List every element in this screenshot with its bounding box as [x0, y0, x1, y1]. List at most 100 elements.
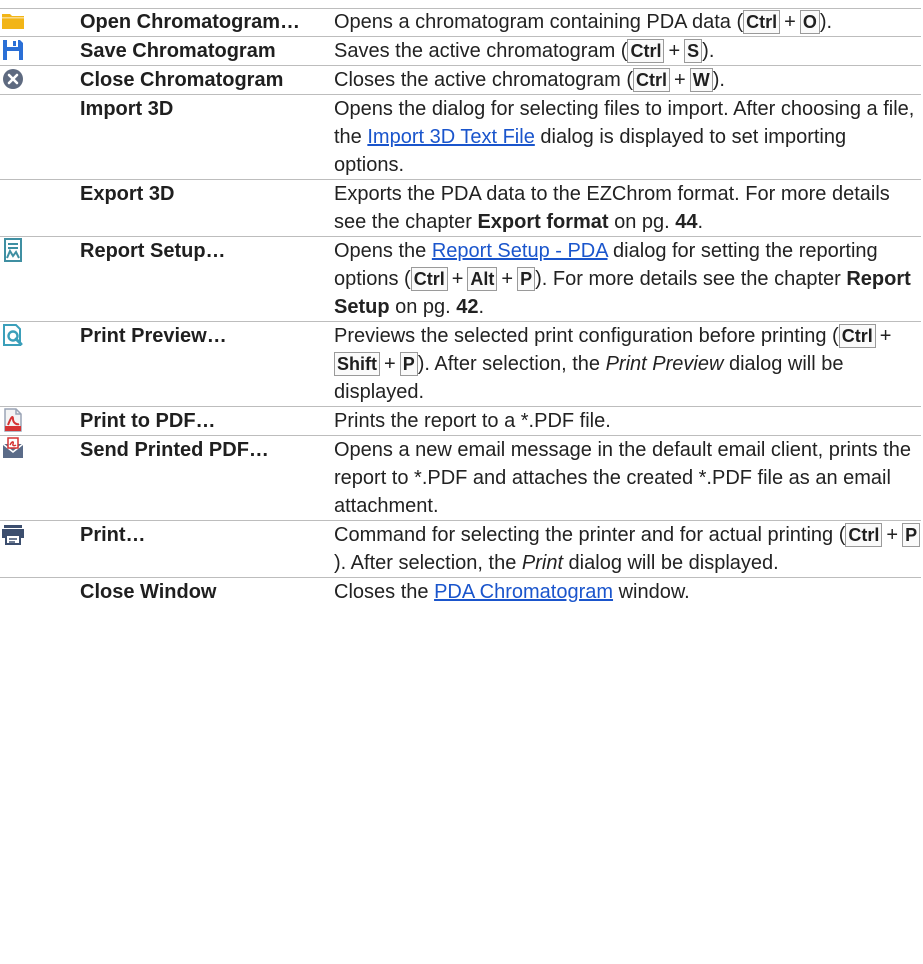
- shortcut-key: W: [689, 68, 713, 92]
- description-text: ).: [702, 40, 715, 62]
- icon-cell: [0, 94, 80, 180]
- dialog-name: Print: [521, 552, 563, 574]
- description-text: Opens a chromatogram containing PDA data…: [334, 11, 744, 33]
- shortcut-key: P: [399, 352, 418, 376]
- cross-reference-link[interactable]: Import 3D Text File: [367, 126, 534, 148]
- command-row-print-preview: Print Preview… Previews the selected prin…: [0, 321, 921, 407]
- command-row-save-chromatogram: Save Chromatogram Saves the active chroma…: [0, 36, 921, 66]
- command-name: Print to PDF…: [80, 406, 334, 436]
- description-text: Prints the report to a *.PDF file.: [334, 410, 611, 432]
- shortcut-key: P: [517, 267, 536, 291]
- shortcut-key: Shift: [334, 352, 380, 376]
- dialog-name: Print Preview: [605, 353, 724, 375]
- description-text: ).: [712, 69, 725, 91]
- description-text: ). After selection, the: [334, 552, 522, 574]
- description-text: Previews the selected print configuratio…: [334, 325, 839, 347]
- command-name: Open Chromatogram…: [80, 8, 334, 37]
- command-description: Prints the report to a *.PDF file.: [334, 406, 921, 436]
- icon-cell: [0, 435, 80, 521]
- command-name: Close Chromatogram: [80, 65, 334, 95]
- command-table: Open Chromatogram… Opens a chromatogram c…: [0, 8, 921, 606]
- shortcut-key: O: [799, 10, 820, 34]
- bold-reference: Export format: [477, 211, 609, 233]
- command-row-print-to-pdf: Print to PDF… Prints the report to a *.PD…: [0, 406, 921, 436]
- command-reference-page: Open Chromatogram… Opens a chromatogram c…: [0, 0, 923, 964]
- cross-reference-link[interactable]: PDA Chromatogram: [434, 581, 613, 603]
- description-text: dialog will be displayed.: [563, 552, 779, 574]
- shortcut-key: Ctrl: [410, 267, 448, 291]
- description-text: +: [879, 325, 892, 347]
- command-description: Opens the dialog for selecting files to …: [334, 94, 921, 180]
- description-text: +: [668, 40, 681, 62]
- command-description: Opens a chromatogram containing PDA data…: [334, 8, 921, 37]
- report-setup-icon: [0, 237, 80, 263]
- cross-reference-link[interactable]: Report Setup - PDA: [432, 240, 608, 262]
- icon-cell: [0, 520, 80, 578]
- bold-reference: 44: [675, 211, 698, 233]
- command-name: Save Chromatogram: [80, 36, 334, 66]
- command-row-import-3d: Import 3D Opens the dialog for selecting …: [0, 94, 921, 180]
- description-text: on pg.: [608, 211, 676, 233]
- icon-cell: [0, 236, 80, 322]
- folder-icon: [0, 8, 80, 34]
- description-text: +: [674, 69, 686, 91]
- icon-cell: [0, 179, 80, 237]
- command-row-send-printed-pdf: Send Printed PDF… Opens a new email messa…: [0, 435, 921, 521]
- command-name: Report Setup…: [80, 236, 334, 322]
- command-description: Opens a new email message in the default…: [334, 435, 921, 521]
- shortcut-key: S: [684, 39, 703, 63]
- command-row-print: Print… Command for selecting the printer …: [0, 520, 921, 578]
- command-description: Exports the PDA data to the EZChrom form…: [334, 179, 921, 237]
- bold-reference: 42: [456, 296, 479, 318]
- command-name: Send Printed PDF…: [80, 435, 334, 521]
- icon-cell: [0, 8, 80, 37]
- close-circle-icon: [0, 66, 80, 92]
- description-text: Command for selecting the printer and fo…: [334, 524, 846, 546]
- command-name: Import 3D: [80, 94, 334, 180]
- icon-cell: [0, 578, 80, 607]
- icon-cell: [0, 406, 80, 436]
- description-text: ). After selection, the: [417, 353, 606, 375]
- shortcut-key: Ctrl: [633, 68, 671, 92]
- description-text: +: [451, 268, 464, 290]
- command-description: Command for selecting the printer and fo…: [334, 520, 921, 578]
- command-description: Saves the active chromatogram (Ctrl + S).: [334, 36, 921, 66]
- command-description: Previews the selected print configuratio…: [334, 321, 921, 407]
- description-text: Closes the: [334, 581, 435, 603]
- description-text: ). For more details see the chapter: [535, 268, 847, 290]
- command-row-open-chromatogram: Open Chromatogram… Opens a chromatogram c…: [0, 8, 921, 37]
- send-pdf-icon: [0, 436, 80, 462]
- description-text: Saves the active chromatogram (: [334, 40, 628, 62]
- icon-cell: [0, 65, 80, 95]
- command-description: Opens the Report Setup - PDA dialog for …: [334, 236, 921, 322]
- description-text: Opens a new email message in the default…: [334, 439, 911, 517]
- icon-cell: [0, 321, 80, 407]
- print-preview-icon: [0, 322, 80, 348]
- shortcut-key: P: [902, 523, 921, 547]
- command-name: Close Window: [80, 581, 217, 603]
- command-row-close-window: Close Window Closes the PDA Chromatogram …: [0, 578, 921, 607]
- command-row-close-chromatogram: Close Chromatogram Closes the active chro…: [0, 65, 921, 95]
- description-text: +: [501, 268, 514, 290]
- description-text: ).: [819, 11, 833, 33]
- description-text: +: [384, 353, 396, 375]
- command-name: Print…: [80, 520, 334, 578]
- description-text: +: [784, 11, 796, 33]
- shortcut-key: Ctrl: [627, 39, 665, 63]
- command-description: Closes the active chromatogram (Ctrl + W).: [334, 65, 921, 95]
- description-text: Closes the active chromatogram (: [334, 69, 634, 91]
- shortcut-key: Ctrl: [838, 324, 876, 348]
- shortcut-key: Alt: [467, 267, 498, 291]
- printer-icon: [0, 521, 80, 547]
- icon-cell: [0, 36, 80, 66]
- pdf-icon: [0, 407, 80, 433]
- description-text: on pg.: [389, 296, 457, 318]
- shortcut-key: Ctrl: [845, 523, 883, 547]
- save-icon: [0, 37, 80, 63]
- command-name: Print Preview…: [80, 321, 334, 407]
- description-text: window.: [613, 581, 690, 603]
- description-text: .: [697, 211, 704, 233]
- shortcut-key: Ctrl: [743, 10, 781, 34]
- description-text: +: [886, 524, 899, 546]
- command-description: Closes the PDA Chromatogram window.: [334, 578, 921, 607]
